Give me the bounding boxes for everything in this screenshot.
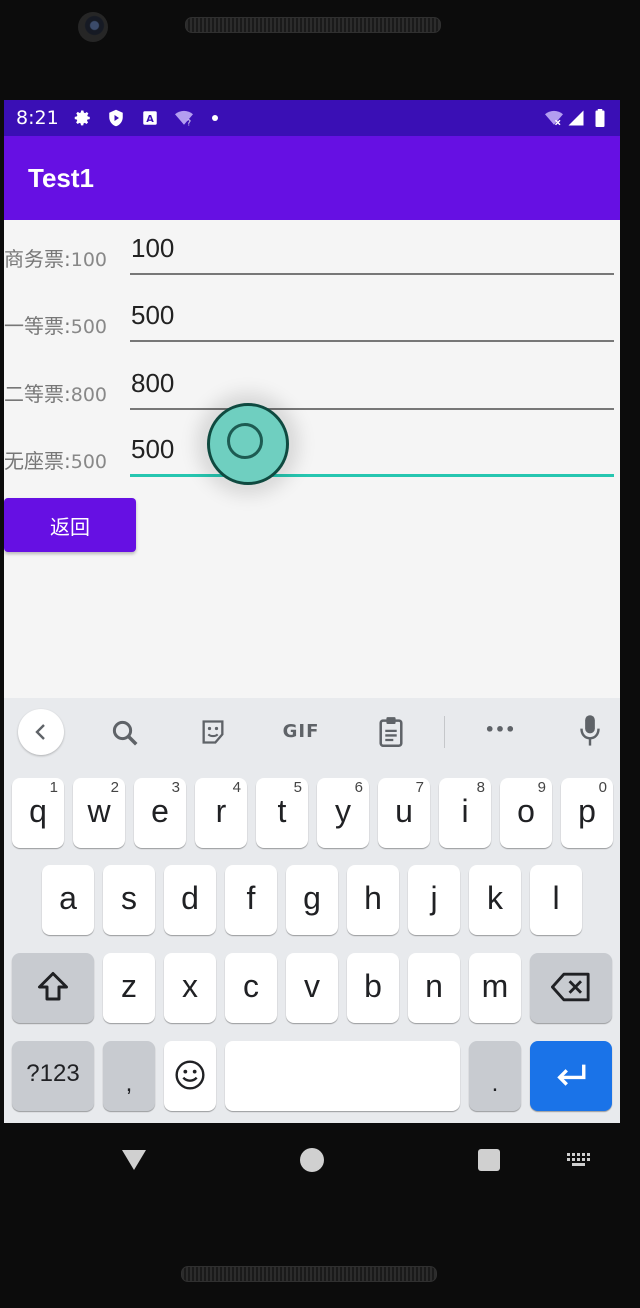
- key-f[interactable]: f: [225, 865, 277, 935]
- ticket-count: 800: [70, 384, 108, 406]
- touch-indicator: [207, 403, 289, 485]
- key-n[interactable]: n: [408, 953, 460, 1023]
- ticket-count: 100: [70, 249, 108, 271]
- search-icon[interactable]: [110, 718, 140, 748]
- no-seat-ticket-input[interactable]: [130, 431, 614, 477]
- front-camera: [78, 12, 108, 42]
- key-z[interactable]: z: [103, 953, 155, 1023]
- key-w[interactable]: w2: [73, 778, 125, 848]
- shift-icon: [38, 972, 68, 1001]
- key-k[interactable]: k: [469, 865, 521, 935]
- enter-icon: [557, 1064, 586, 1086]
- key-t[interactable]: t5: [256, 778, 308, 848]
- key-o[interactable]: o9: [500, 778, 552, 848]
- earpiece-speaker: [185, 17, 441, 33]
- key-s[interactable]: s: [103, 865, 155, 935]
- key-u[interactable]: u7: [378, 778, 430, 848]
- nav-back-icon[interactable]: [121, 1148, 147, 1172]
- ticket-type: 商务票:: [4, 247, 71, 271]
- keyboard-collapse-button[interactable]: [18, 709, 64, 755]
- key-b[interactable]: b: [347, 953, 399, 1023]
- ticket-count: 500: [70, 316, 108, 338]
- svg-text:?: ?: [187, 119, 191, 128]
- key-r[interactable]: r4: [195, 778, 247, 848]
- a-box-icon: A: [143, 111, 157, 125]
- sticker-icon[interactable]: [199, 718, 227, 746]
- battery-icon: [595, 109, 605, 127]
- status-time: 8:21: [16, 107, 59, 129]
- ticket-count: 500: [70, 451, 108, 473]
- app-bar: [4, 136, 620, 220]
- key-e[interactable]: e3: [134, 778, 186, 848]
- chevron-left-icon: [35, 724, 45, 740]
- period-key[interactable]: .: [469, 1041, 521, 1111]
- ticket-label-first-class: 一等票:500: [4, 310, 107, 339]
- symbols-key[interactable]: ?123: [12, 1041, 94, 1111]
- clipboard-icon[interactable]: [377, 716, 405, 748]
- backspace-key[interactable]: [530, 953, 612, 1023]
- backspace-icon: [551, 972, 590, 1002]
- emoji-icon: [175, 1060, 205, 1090]
- back-button[interactable]: 返回: [4, 498, 136, 552]
- key-y[interactable]: y6: [317, 778, 369, 848]
- key-m[interactable]: m: [469, 953, 521, 1023]
- wifi-x-icon: [545, 110, 563, 126]
- signal-icon: [568, 110, 584, 126]
- shield-play-icon: [109, 109, 123, 127]
- wifi-question-icon: ?: [175, 110, 193, 128]
- emoji-key[interactable]: [164, 1041, 216, 1111]
- notification-dot: [212, 115, 218, 121]
- ticket-label-no-seat: 无座票:500: [4, 445, 107, 474]
- first-class-ticket-input[interactable]: [130, 296, 614, 342]
- key-a[interactable]: a: [42, 865, 94, 935]
- soft-keyboard: GIF ••• q1 w2 e3 r4 t5 y6 u7 i8 o9 p0 a …: [4, 698, 620, 1123]
- key-i[interactable]: i8: [439, 778, 491, 848]
- business-ticket-input[interactable]: [130, 229, 614, 275]
- device-screen: 8:21 A ? Test1 商务票:100 一等票:500: [4, 100, 620, 1123]
- space-bar[interactable]: [225, 1041, 460, 1111]
- key-v[interactable]: v: [286, 953, 338, 1023]
- ticket-type: 无座票:: [4, 449, 71, 473]
- key-g[interactable]: g: [286, 865, 338, 935]
- status-bar: 8:21 A ?: [4, 100, 620, 136]
- key-l[interactable]: l: [530, 865, 582, 935]
- settings-icon: [74, 110, 90, 126]
- toolbar-divider: [444, 716, 445, 748]
- enter-key[interactable]: [530, 1041, 612, 1111]
- app-title: Test1: [28, 163, 94, 193]
- more-options-button[interactable]: •••: [478, 720, 522, 750]
- key-j[interactable]: j: [408, 865, 460, 935]
- shift-key[interactable]: [12, 953, 94, 1023]
- key-q[interactable]: q1: [12, 778, 64, 848]
- key-c[interactable]: c: [225, 953, 277, 1023]
- svg-text:A: A: [146, 114, 154, 125]
- bottom-speaker: [181, 1266, 437, 1282]
- key-h[interactable]: h: [347, 865, 399, 935]
- ticket-label-business: 商务票:100: [4, 243, 107, 272]
- mic-icon[interactable]: [578, 714, 602, 748]
- key-d[interactable]: d: [164, 865, 216, 935]
- nav-home-icon[interactable]: [300, 1148, 324, 1172]
- key-p[interactable]: p0: [561, 778, 613, 848]
- nav-recents-icon[interactable]: [478, 1149, 500, 1171]
- keyboard-icon[interactable]: [566, 1152, 592, 1168]
- comma-key[interactable]: ,: [103, 1041, 155, 1111]
- second-class-ticket-input[interactable]: [130, 364, 614, 410]
- gif-button[interactable]: GIF: [276, 721, 326, 751]
- key-x[interactable]: x: [164, 953, 216, 1023]
- ticket-label-second-class: 二等票:800: [4, 378, 107, 407]
- ticket-type: 一等票:: [4, 314, 71, 338]
- ticket-type: 二等票:: [4, 382, 71, 406]
